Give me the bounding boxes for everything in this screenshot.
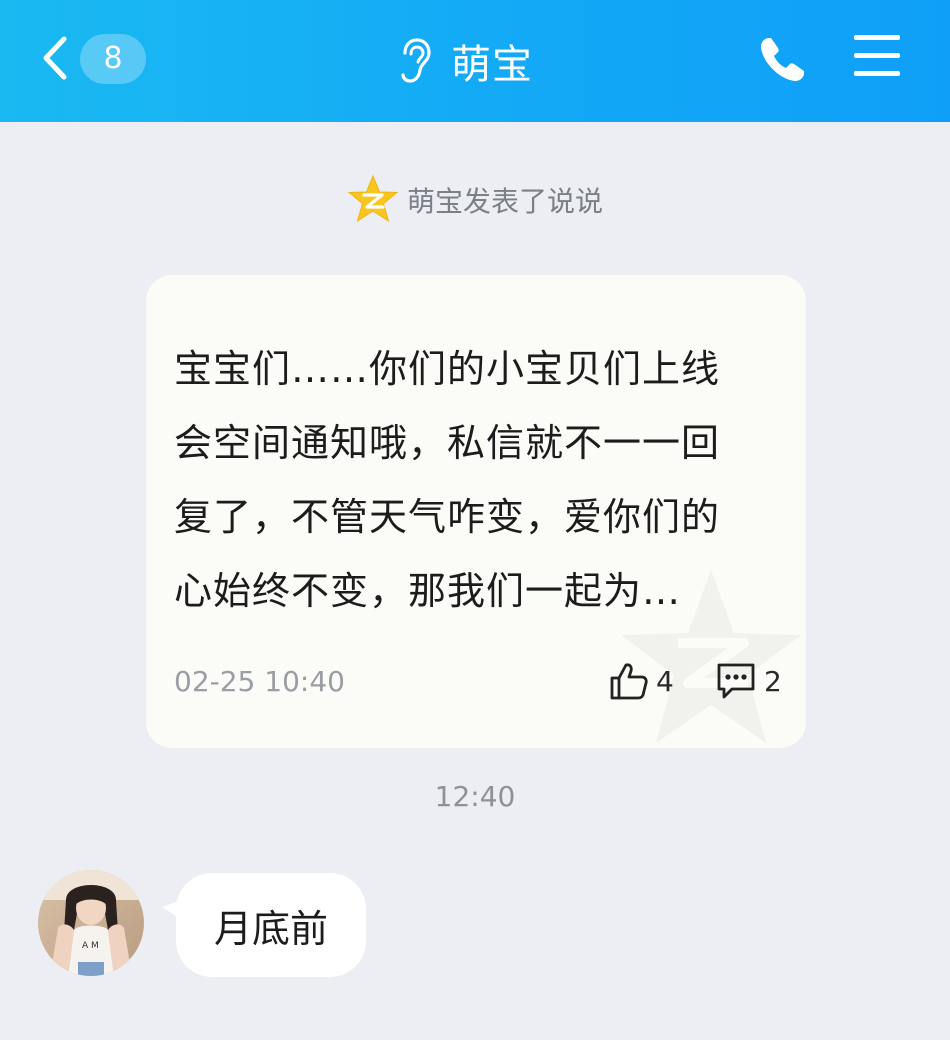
comment-count: 2 — [764, 664, 782, 698]
comment-icon — [717, 663, 755, 699]
post-content: 宝宝们……你们的小宝贝们上线 会空间通知哦，私信就不一一回 复了，不管天气咋变，… — [174, 332, 784, 628]
svg-text:A M: A M — [82, 941, 99, 951]
back-button[interactable]: 8 — [38, 30, 150, 86]
like-button[interactable]: 4 — [608, 659, 674, 703]
like-count: 4 — [656, 664, 674, 698]
message-text: 月底前 — [213, 906, 328, 951]
message-timestamp: 12:40 — [434, 780, 516, 813]
post-line: 会空间通知哦，私信就不一一回 — [174, 421, 721, 465]
avatar[interactable]: A M — [38, 870, 144, 976]
post-line: 复了，不管天气咋变，爱你们的 — [174, 495, 721, 539]
chat-title: 萌宝 — [451, 42, 533, 88]
phone-icon — [761, 38, 804, 81]
qzone-star-icon — [347, 174, 399, 223]
message-bubble[interactable]: 月底前 — [162, 873, 366, 977]
post-line: 心始终不变，那我们一起为… — [174, 569, 682, 613]
qzone-notice: 萌宝发表了说说 — [0, 172, 950, 228]
post-time: 02-25 10:40 — [174, 665, 345, 698]
comment-button[interactable]: 2 — [714, 659, 782, 703]
menu-button[interactable] — [850, 33, 904, 79]
avatar-image: A M — [38, 870, 144, 976]
chat-header: 8 萌宝 — [0, 0, 950, 122]
ear-icon — [401, 38, 431, 83]
unread-badge: 8 — [80, 34, 146, 84]
call-button[interactable] — [754, 32, 810, 88]
notice-text: 萌宝发表了说说 — [406, 185, 603, 218]
thumbs-up-icon — [610, 663, 648, 700]
chevron-left-icon — [43, 36, 67, 80]
post-line: 宝宝们……你们的小宝贝们上线 — [174, 347, 721, 391]
post-card[interactable]: 宝宝们……你们的小宝贝们上线 会空间通知哦，私信就不一一回 复了，不管天气咋变，… — [146, 275, 806, 748]
